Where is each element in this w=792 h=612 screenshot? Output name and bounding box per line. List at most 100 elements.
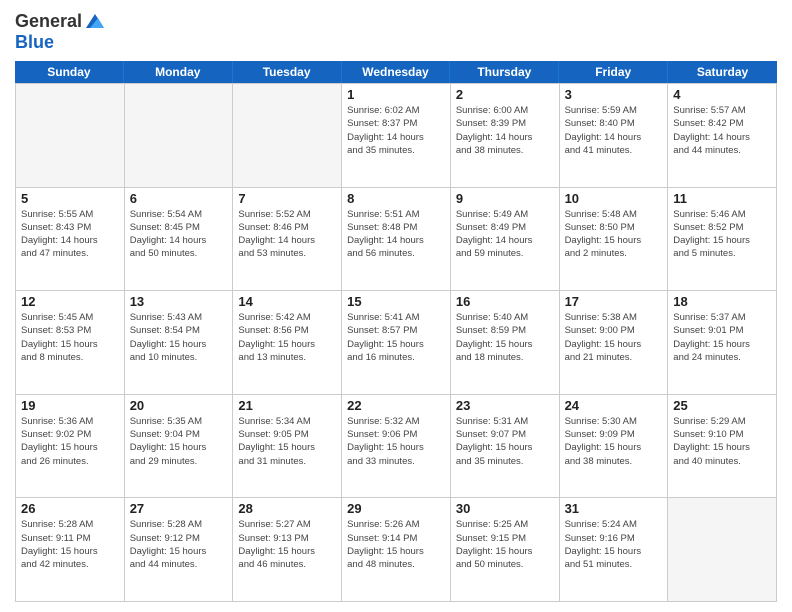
calendar-cell <box>16 84 125 188</box>
calendar-cell: 9Sunrise: 5:49 AMSunset: 8:49 PMDaylight… <box>451 188 560 292</box>
cell-line: Daylight: 15 hours <box>456 441 554 454</box>
cell-line: Sunset: 8:37 PM <box>347 117 445 130</box>
calendar-body: 1Sunrise: 6:02 AMSunset: 8:37 PMDaylight… <box>15 83 777 602</box>
cell-line: Daylight: 14 hours <box>456 131 554 144</box>
cell-line: and 44 minutes. <box>673 144 771 157</box>
cell-line: Sunrise: 5:24 AM <box>565 518 663 531</box>
cell-line: Sunrise: 5:26 AM <box>347 518 445 531</box>
calendar-cell <box>233 84 342 188</box>
cell-line: Daylight: 15 hours <box>238 338 336 351</box>
day-number: 30 <box>456 501 554 516</box>
calendar-cell: 10Sunrise: 5:48 AMSunset: 8:50 PMDayligh… <box>560 188 669 292</box>
calendar-cell: 26Sunrise: 5:28 AMSunset: 9:11 PMDayligh… <box>16 498 125 602</box>
cell-line: Sunrise: 5:34 AM <box>238 415 336 428</box>
day-number: 18 <box>673 294 771 309</box>
cell-line: Sunset: 8:54 PM <box>130 324 228 337</box>
calendar-cell: 18Sunrise: 5:37 AMSunset: 9:01 PMDayligh… <box>668 291 777 395</box>
day-number: 31 <box>565 501 663 516</box>
cell-line: and 42 minutes. <box>21 558 119 571</box>
cell-line: Sunset: 8:42 PM <box>673 117 771 130</box>
cell-line: Daylight: 14 hours <box>238 234 336 247</box>
cell-line: and 48 minutes. <box>347 558 445 571</box>
cell-line: Daylight: 15 hours <box>673 441 771 454</box>
cell-line: Sunrise: 6:02 AM <box>347 104 445 117</box>
calendar-cell: 14Sunrise: 5:42 AMSunset: 8:56 PMDayligh… <box>233 291 342 395</box>
calendar-week-row: 1Sunrise: 6:02 AMSunset: 8:37 PMDaylight… <box>16 84 777 188</box>
cell-line: Daylight: 14 hours <box>565 131 663 144</box>
calendar-cell: 31Sunrise: 5:24 AMSunset: 9:16 PMDayligh… <box>560 498 669 602</box>
cell-line: Sunrise: 6:00 AM <box>456 104 554 117</box>
cell-line: and 21 minutes. <box>565 351 663 364</box>
day-number: 17 <box>565 294 663 309</box>
logo-general-text: General <box>15 11 82 32</box>
cell-line: Daylight: 15 hours <box>130 441 228 454</box>
day-number: 9 <box>456 191 554 206</box>
day-number: 26 <box>21 501 119 516</box>
cell-line: Sunset: 9:06 PM <box>347 428 445 441</box>
calendar-cell: 1 Sunrise: 6:02 AMSunset: 8:37 PMDaylight… <box>342 84 451 188</box>
cell-line: Daylight: 15 hours <box>347 545 445 558</box>
cell-line: Sunrise: 5:36 AM <box>21 415 119 428</box>
cell-line: and 31 minutes. <box>238 455 336 468</box>
cell-line: Daylight: 15 hours <box>347 441 445 454</box>
weekday-header: Saturday <box>668 61 777 83</box>
cell-line: Daylight: 15 hours <box>347 338 445 351</box>
cell-line: Sunset: 9:00 PM <box>565 324 663 337</box>
weekday-header: Wednesday <box>342 61 451 83</box>
calendar-cell: 29Sunrise: 5:26 AMSunset: 9:14 PMDayligh… <box>342 498 451 602</box>
calendar-cell: 25Sunrise: 5:29 AMSunset: 9:10 PMDayligh… <box>668 395 777 499</box>
weekday-header: Tuesday <box>233 61 342 83</box>
cell-line: Daylight: 15 hours <box>456 338 554 351</box>
cell-line: Daylight: 15 hours <box>565 338 663 351</box>
cell-line: Sunset: 8:52 PM <box>673 221 771 234</box>
cell-line: Daylight: 14 hours <box>347 131 445 144</box>
cell-line: Sunset: 8:57 PM <box>347 324 445 337</box>
calendar-cell: 11Sunrise: 5:46 AMSunset: 8:52 PMDayligh… <box>668 188 777 292</box>
logo-icon <box>84 10 106 32</box>
cell-line: Sunset: 9:09 PM <box>565 428 663 441</box>
cell-line: Sunrise: 5:52 AM <box>238 208 336 221</box>
cell-line: Sunset: 9:04 PM <box>130 428 228 441</box>
cell-line: Sunrise: 5:35 AM <box>130 415 228 428</box>
calendar-cell: 2Sunrise: 6:00 AMSunset: 8:39 PMDaylight… <box>451 84 560 188</box>
cell-line: and 16 minutes. <box>347 351 445 364</box>
logo: General Blue <box>15 10 106 53</box>
cell-line: and 5 minutes. <box>673 247 771 260</box>
cell-line: Sunset: 9:07 PM <box>456 428 554 441</box>
cell-line: and 41 minutes. <box>565 144 663 157</box>
day-number: 7 <box>238 191 336 206</box>
day-number: 1 <box>347 87 445 102</box>
day-number: 6 <box>130 191 228 206</box>
cell-line: Daylight: 15 hours <box>565 234 663 247</box>
calendar-cell: 27Sunrise: 5:28 AMSunset: 9:12 PMDayligh… <box>125 498 234 602</box>
cell-line: Sunrise: 5:27 AM <box>238 518 336 531</box>
cell-line: Sunset: 9:05 PM <box>238 428 336 441</box>
cell-line: and 53 minutes. <box>238 247 336 260</box>
cell-line: Sunrise: 5:38 AM <box>565 311 663 324</box>
cell-line: Daylight: 14 hours <box>130 234 228 247</box>
weekday-header: Sunday <box>15 61 124 83</box>
day-number: 12 <box>21 294 119 309</box>
day-number: 25 <box>673 398 771 413</box>
day-number: 27 <box>130 501 228 516</box>
cell-line: Sunrise: 5:30 AM <box>565 415 663 428</box>
cell-line: Sunrise: 5:25 AM <box>456 518 554 531</box>
cell-line: Daylight: 15 hours <box>21 441 119 454</box>
calendar-cell <box>668 498 777 602</box>
logo-blue-text: Blue <box>15 32 106 53</box>
cell-line: Sunrise: 5:46 AM <box>673 208 771 221</box>
cell-line: Sunrise: 5:45 AM <box>21 311 119 324</box>
day-number: 23 <box>456 398 554 413</box>
day-number: 3 <box>565 87 663 102</box>
calendar-cell: 15Sunrise: 5:41 AMSunset: 8:57 PMDayligh… <box>342 291 451 395</box>
cell-line: and 2 minutes. <box>565 247 663 260</box>
calendar-cell: 24Sunrise: 5:30 AMSunset: 9:09 PMDayligh… <box>560 395 669 499</box>
cell-line: Sunset: 9:01 PM <box>673 324 771 337</box>
header: General Blue <box>15 10 777 53</box>
day-number: 22 <box>347 398 445 413</box>
cell-line: Sunset: 9:12 PM <box>130 532 228 545</box>
cell-line: Daylight: 15 hours <box>565 441 663 454</box>
cell-line: Daylight: 15 hours <box>565 545 663 558</box>
cell-line: Sunset: 9:15 PM <box>456 532 554 545</box>
cell-line: Daylight: 15 hours <box>238 545 336 558</box>
